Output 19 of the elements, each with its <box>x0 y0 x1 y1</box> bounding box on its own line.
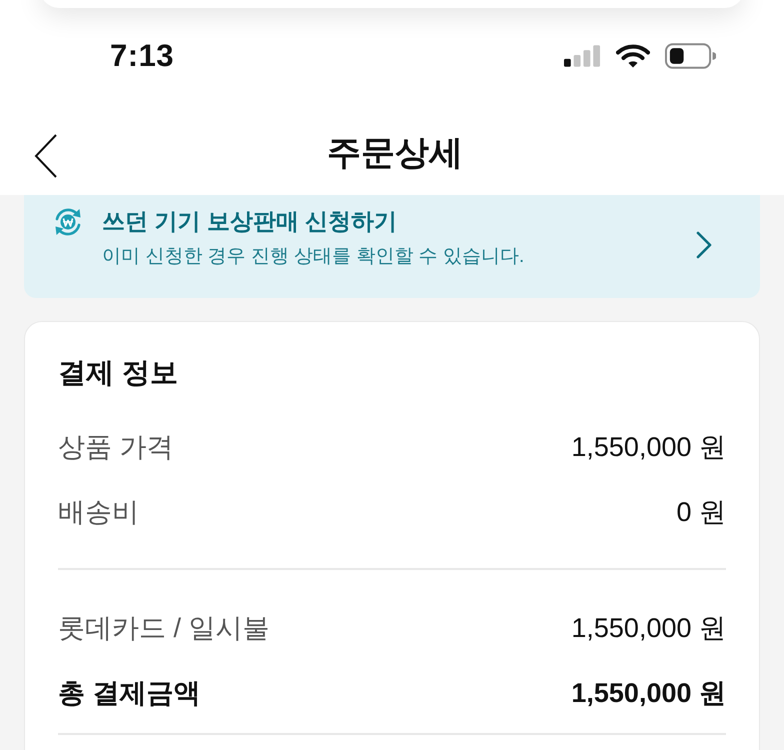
row-amount: 1,550,000 원 <box>571 431 726 464</box>
row-label: 상품 가격 <box>58 431 174 464</box>
total-amount: 1,550,000 원 <box>571 677 726 710</box>
section-title: 결제 정보 <box>58 356 179 390</box>
chevron-right-icon <box>696 231 712 259</box>
row-label: 배송비 <box>58 496 139 529</box>
banner-subtitle: 이미 신청한 경우 진행 상태를 확인할 수 있습니다. <box>102 245 526 269</box>
row-label: 롯데카드 / 일시불 <box>58 612 270 645</box>
cellular-signal-icon <box>564 45 601 67</box>
total-label: 총 결제금액 <box>58 677 201 710</box>
wifi-icon <box>616 44 650 68</box>
page-title: 주문상세 <box>327 132 463 174</box>
banner-title: 쓰던 기기 보상판매 신청하기 <box>102 207 398 236</box>
battery-icon <box>665 43 716 69</box>
trade-in-banner[interactable]: 쓰던 기기 보상판매 신청하기 이미 신청한 경우 진행 상태를 확인할 수 있습니다. <box>24 195 760 298</box>
row-amount: 0 원 <box>676 496 726 529</box>
status-time: 7:13 <box>110 38 174 74</box>
back-chevron-icon <box>34 134 58 178</box>
row-amount: 1,550,000 원 <box>571 612 726 645</box>
